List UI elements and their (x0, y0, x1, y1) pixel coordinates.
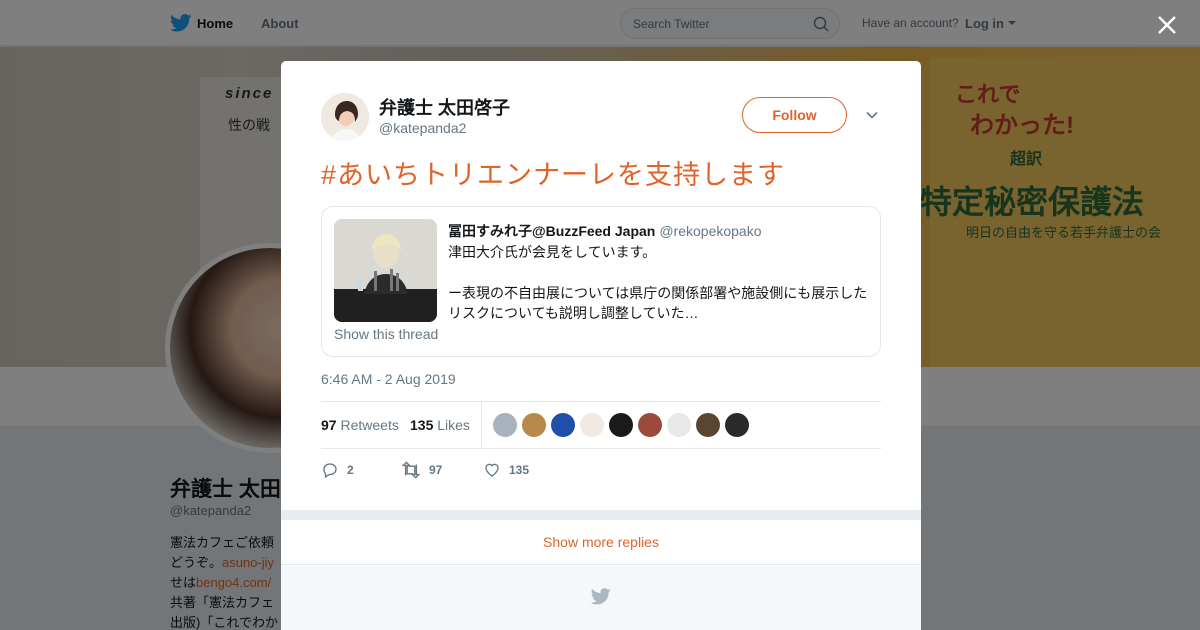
liker-avatar[interactable] (667, 413, 691, 437)
twitter-bird-icon (591, 588, 611, 605)
author-handle[interactable]: @katepanda2 (379, 120, 466, 136)
liker-avatar[interactable] (522, 413, 546, 437)
retweets-stat[interactable]: 97 Retweets (321, 417, 399, 433)
likes-stat[interactable]: 135 Likes (410, 417, 470, 433)
tweet-modal: 弁護士 太田啓子 @katepanda2 Follow #あいちトリエンナーレを… (281, 61, 921, 630)
show-thread-link[interactable]: Show this thread (334, 326, 438, 342)
liker-avatar[interactable] (551, 413, 575, 437)
follow-button[interactable]: Follow (742, 97, 847, 133)
liker-avatar[interactable] (638, 413, 662, 437)
retweets-label: Retweets (340, 417, 399, 433)
heart-icon (485, 463, 499, 477)
modal-footer (281, 566, 921, 630)
liker-avatar[interactable] (609, 413, 633, 437)
retweet-action[interactable]: 97 (401, 461, 442, 479)
tweet-text[interactable]: #あいちトリエンナーレを支持します (321, 153, 785, 192)
author-name[interactable]: 弁護士 太田啓子 (379, 94, 510, 120)
author-avatar[interactable] (321, 93, 369, 141)
retweet-icon (401, 461, 421, 479)
close-icon[interactable] (1156, 14, 1178, 36)
quoted-author-handle: @rekopekopako (659, 223, 762, 239)
quoted-author-name: 冨田すみれ子@BuzzFeed Japan (448, 223, 656, 239)
like-action[interactable]: 135 (483, 461, 529, 479)
retweets-count: 97 (321, 417, 337, 433)
liker-avatar[interactable] (696, 413, 720, 437)
chevron-down-icon[interactable] (865, 108, 879, 122)
quoted-author: 冨田すみれ子@BuzzFeed Japan @rekopekopako (448, 221, 762, 241)
reply-icon (323, 463, 337, 478)
reply-action[interactable]: 2 (321, 461, 354, 479)
retweet-count: 97 (429, 463, 443, 477)
show-more-replies-button[interactable]: Show more replies (281, 520, 921, 565)
tweet-timestamp[interactable]: 6:46 AM - 2 Aug 2019 (321, 371, 456, 387)
liker-avatars (493, 413, 754, 437)
quoted-text-line: ー表現の不自由展については県庁の関係部署や施設側にも展示したリスクについても説明… (448, 285, 868, 321)
liker-avatar[interactable] (580, 413, 604, 437)
likes-label: Likes (437, 417, 470, 433)
likes-count: 135 (410, 417, 434, 433)
quoted-text-line: 津田大介氏が会見をしています。 (448, 244, 657, 260)
reply-count: 2 (347, 463, 354, 477)
tweet-stats: 97 Retweets 135 Likes (321, 401, 881, 449)
stats-divider (481, 402, 482, 449)
liker-avatar[interactable] (725, 413, 749, 437)
section-separator (281, 510, 921, 520)
quoted-tweet[interactable]: 冨田すみれ子@BuzzFeed Japan @rekopekopako 津田大介氏… (321, 206, 881, 357)
like-count: 135 (509, 463, 530, 477)
quoted-tweet-image[interactable] (334, 219, 437, 322)
liker-avatar[interactable] (493, 413, 517, 437)
